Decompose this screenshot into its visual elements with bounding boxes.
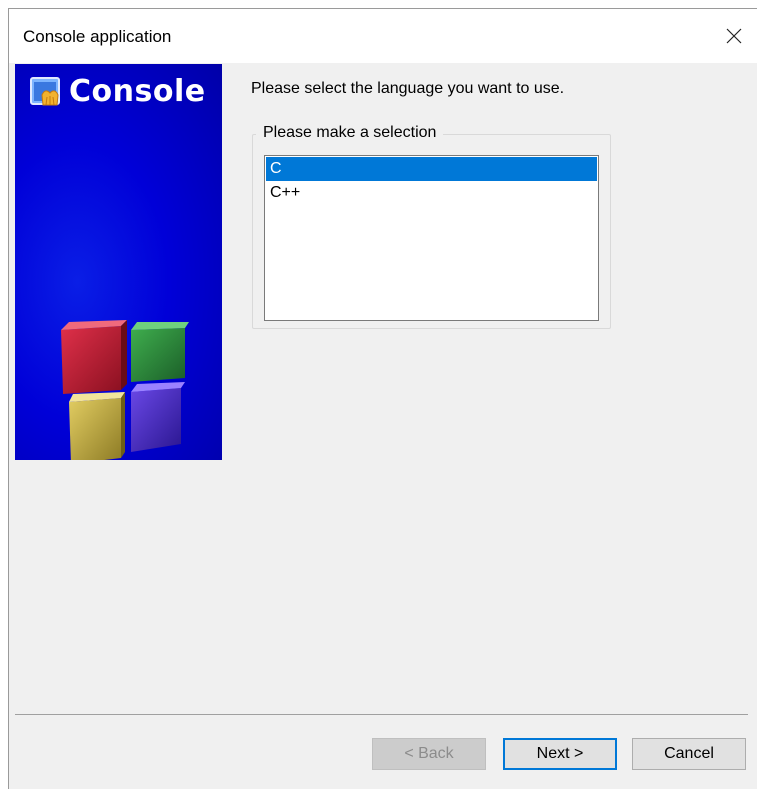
selection-group-label: Please make a selection <box>256 124 444 142</box>
language-listbox[interactable]: C C++ <box>264 155 599 321</box>
cancel-button[interactable]: Cancel <box>632 738 746 770</box>
banner-title: Console <box>69 74 206 109</box>
purple-cube <box>131 382 185 452</box>
list-item-c[interactable]: C <box>266 157 597 181</box>
banner-heading: Console <box>29 74 206 109</box>
back-button[interactable]: < Back <box>372 738 486 770</box>
language-prompt: Please select the language you want to u… <box>251 80 565 97</box>
footer-separator <box>15 714 748 715</box>
window-title: Console application <box>23 27 172 46</box>
console-app-icon <box>29 75 63 109</box>
red-cube <box>61 320 127 394</box>
cubes-logo <box>55 316 195 460</box>
list-item-cpp[interactable]: C++ <box>266 181 597 205</box>
wizard-banner: Console <box>15 64 222 460</box>
close-button[interactable] <box>711 9 757 63</box>
close-icon <box>726 28 742 44</box>
green-cube <box>131 322 189 382</box>
title-bar: Console application <box>9 9 757 63</box>
yellow-cube <box>69 392 125 460</box>
next-button[interactable]: Next > <box>503 738 617 770</box>
